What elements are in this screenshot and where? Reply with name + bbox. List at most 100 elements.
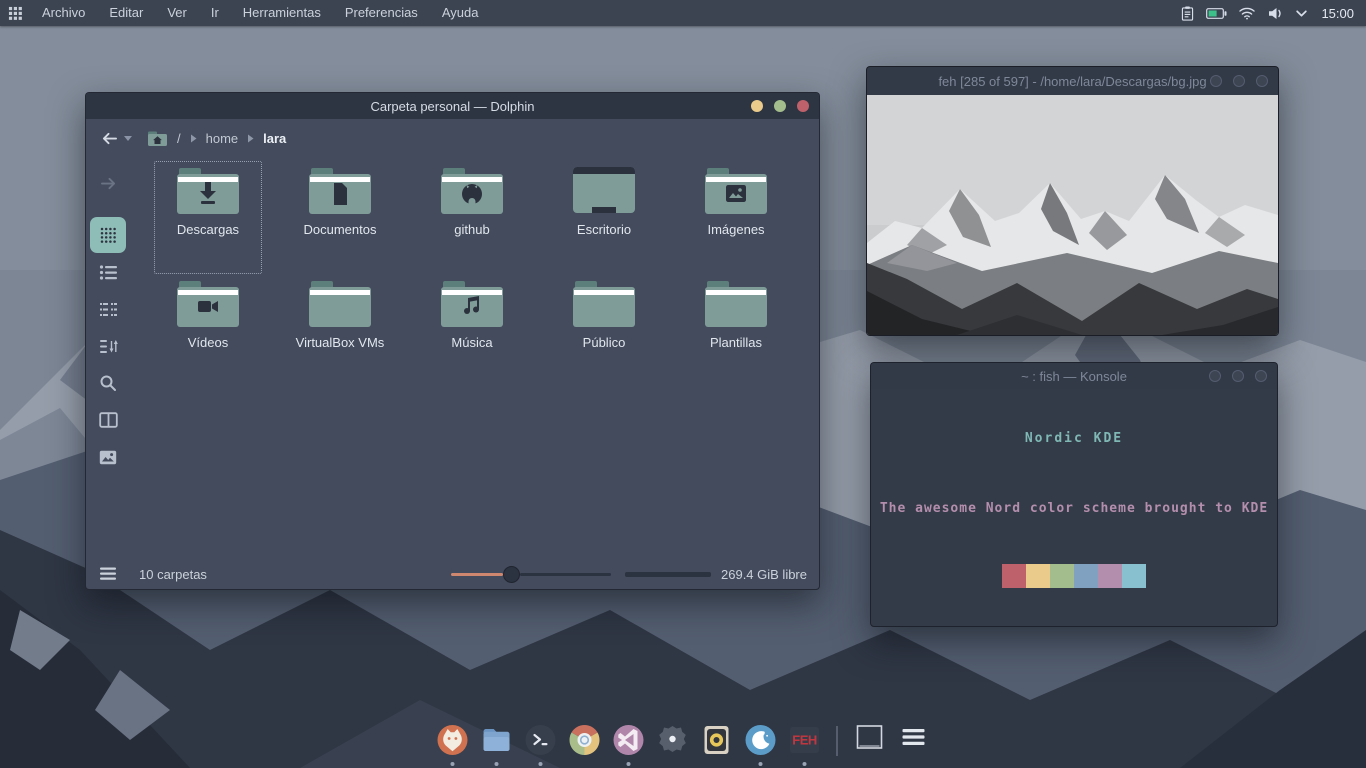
breadcrumb-segment-home[interactable]: home — [206, 131, 239, 146]
caret-down-icon[interactable] — [124, 135, 132, 141]
feh-icon[interactable]: FEH — [786, 718, 824, 766]
folder-label: Vídeos — [188, 335, 228, 350]
list-view-icon[interactable] — [90, 254, 126, 290]
terminal-icon[interactable] — [522, 718, 560, 766]
folder-label: Descargas — [177, 222, 239, 237]
vscode-icon[interactable] — [610, 718, 648, 766]
folder-icon — [572, 278, 636, 328]
menu-item-preferencias[interactable]: Preferencias — [333, 0, 430, 26]
maximize-button[interactable] — [1232, 370, 1244, 382]
hamburger-menu-icon[interactable] — [100, 567, 117, 581]
dolphin-window: Carpeta personal — Dolphin / home lara De… — [85, 92, 820, 590]
folder-item-plantillas[interactable]: Plantillas — [682, 274, 790, 387]
close-button[interactable] — [1255, 370, 1267, 382]
minimize-button[interactable] — [1210, 75, 1222, 87]
zoom-slider[interactable] — [451, 565, 611, 583]
maximize-button[interactable] — [1233, 75, 1245, 87]
zoom-slider-handle[interactable] — [503, 566, 520, 583]
feh-image-view — [867, 95, 1278, 335]
home-folder-icon[interactable] — [147, 130, 168, 147]
breadcrumb-segment-lara[interactable]: lara — [263, 131, 286, 146]
chrome-icon[interactable] — [566, 718, 604, 766]
folder-item-documentos[interactable]: Documentos — [286, 161, 394, 274]
folder-item-público[interactable]: Público — [550, 274, 658, 387]
menu-item-ayuda[interactable]: Ayuda — [430, 0, 491, 26]
palette-swatch-5 — [1122, 564, 1146, 588]
menu-item-herramientas[interactable]: Herramientas — [231, 0, 333, 26]
crumb-separator-icon — [247, 134, 254, 143]
battery-icon[interactable] — [1206, 7, 1227, 20]
crumb-separator-icon — [190, 134, 197, 143]
night-app-icon[interactable] — [742, 718, 780, 766]
palette-swatch-1 — [1026, 564, 1050, 588]
feh-titlebar[interactable]: feh [285 of 597] - /home/lara/Descargas/… — [867, 67, 1278, 95]
window-controls — [1210, 67, 1268, 95]
show-desktop-icon[interactable] — [851, 718, 889, 762]
palette-swatch-4 — [1098, 564, 1122, 588]
minimize-button[interactable] — [751, 100, 763, 112]
dolphin-titlebar[interactable]: Carpeta personal — Dolphin — [86, 93, 819, 119]
volume-icon[interactable] — [1267, 6, 1284, 21]
menu-item-ver[interactable]: Ver — [155, 0, 199, 26]
folder-label: VirtualBox VMs — [296, 335, 385, 350]
disk-capacity-bar — [625, 572, 711, 577]
dolphin-view-toolbar — [86, 157, 130, 559]
menu-item-ir[interactable]: Ir — [199, 0, 231, 26]
grid-view-icon[interactable] — [90, 217, 126, 253]
back-icon[interactable] — [100, 131, 119, 146]
global-menu: ArchivoEditarVerIrHerramientasPreferenci… — [30, 0, 490, 26]
folder-icon — [440, 278, 504, 328]
breadcrumb-root[interactable]: / — [177, 131, 181, 146]
folder-item-imágenes[interactable]: Imágenes — [682, 161, 790, 274]
konsole-titlebar[interactable]: ~ : fish — Konsole — [871, 363, 1277, 389]
settings-icon[interactable] — [654, 718, 692, 766]
folder-item-github[interactable]: github — [418, 161, 526, 274]
window-controls — [1209, 363, 1267, 389]
folder-icon — [704, 278, 768, 328]
running-indicator — [803, 762, 807, 766]
dolphin-statusbar: 10 carpetas 269.4 GiB libre — [86, 559, 819, 589]
folder-item-descargas[interactable]: Descargas — [154, 161, 262, 274]
folder-item-música[interactable]: Música — [418, 274, 526, 387]
dolphin-main: Descargas Documentos github EscritorioImáge… — [86, 157, 819, 559]
music-player-icon[interactable] — [698, 718, 736, 766]
sort-icon[interactable] — [90, 328, 126, 364]
folder-item-escritorio[interactable]: Escritorio — [550, 161, 658, 274]
close-button[interactable] — [1256, 75, 1268, 87]
dock-separator — [837, 726, 838, 756]
menu-item-editar[interactable]: Editar — [97, 0, 155, 26]
folder-label: Documentos — [304, 222, 377, 237]
clipboard-icon[interactable] — [1180, 5, 1195, 22]
close-button[interactable] — [797, 100, 809, 112]
split-view-icon[interactable] — [90, 402, 126, 438]
file-manager-icon[interactable] — [478, 718, 516, 766]
terminal-output[interactable]: Nordic KDE The awesome Nord color scheme… — [871, 389, 1277, 626]
minimize-button[interactable] — [1209, 370, 1221, 382]
forward-icon[interactable] — [90, 165, 126, 201]
folder-item-virtualbox-vms[interactable]: VirtualBox VMs — [286, 274, 394, 387]
feh-window: feh [285 of 597] - /home/lara/Descargas/… — [866, 66, 1279, 336]
search-icon[interactable] — [90, 365, 126, 401]
maximize-button[interactable] — [774, 100, 786, 112]
compact-view-icon[interactable] — [90, 291, 126, 327]
preview-icon[interactable] — [90, 439, 126, 475]
folder-label: Público — [583, 335, 626, 350]
folder-icon — [572, 165, 636, 215]
dolphin-folder-grid: Descargas Documentos github EscritorioImáge… — [130, 157, 819, 559]
dolphin-window-title: Carpeta personal — Dolphin — [370, 99, 534, 114]
wifi-icon[interactable] — [1238, 6, 1256, 20]
dock-menu-icon[interactable] — [895, 718, 933, 760]
menu-item-archivo[interactable]: Archivo — [30, 0, 97, 26]
folder-label: Música — [451, 335, 492, 350]
firefox-icon[interactable] — [434, 718, 472, 766]
chevron-down-icon[interactable] — [1295, 9, 1308, 18]
app-launcher-icon[interactable] — [0, 0, 30, 26]
folder-icon — [704, 165, 768, 215]
folder-item-vídeos[interactable]: Vídeos — [154, 274, 262, 387]
folder-label: github — [454, 222, 489, 237]
zoom-slider-fill — [451, 573, 503, 576]
zoom-slider-track — [520, 573, 611, 576]
running-indicator — [539, 762, 543, 766]
window-controls — [751, 93, 809, 119]
dock: FEH — [434, 718, 933, 766]
